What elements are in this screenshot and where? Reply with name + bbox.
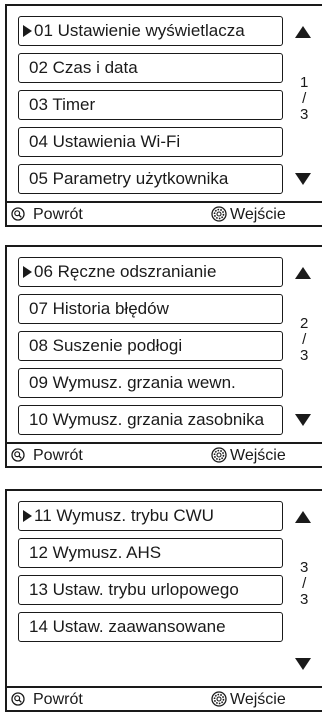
menu-item-label: 07 Historia błędów — [29, 299, 169, 318]
page-separator: / — [302, 90, 307, 107]
menu-screen-2: 06 Ręczne odszranianie 07 Historia błędó… — [5, 245, 322, 468]
arrow-up-icon[interactable] — [295, 26, 311, 38]
menu-item-label: 05 Parametry użytkownika — [29, 169, 229, 188]
menu-screen-1: 01 Ustawienie wyświetlacza 02 Czas i dat… — [5, 4, 322, 227]
menu-item-time-date[interactable]: 02 Czas i data — [18, 53, 283, 83]
page-indicator: 2 / 3 — [300, 316, 308, 364]
page-indicator: 1 / 3 — [300, 75, 308, 123]
menu-item-label: 10 Wymusz. grzania zasobnika — [29, 410, 265, 429]
arrow-up-icon[interactable] — [295, 511, 311, 523]
menu-item-error-history[interactable]: 07 Historia błędów — [18, 294, 283, 324]
menu-item-label: 09 Wymusz. grzania wewn. — [29, 373, 236, 392]
page-indicator: 3 / 3 — [300, 560, 308, 608]
menu-item-force-ahs[interactable]: 12 Wymusz. AHS — [18, 538, 283, 568]
triangle-right-icon — [23, 25, 32, 37]
arrow-down-icon[interactable] — [295, 173, 311, 185]
menu-item-advanced-settings[interactable]: 14 Ustaw. zaawansowane — [18, 612, 283, 642]
menu-item-timer[interactable]: 03 Timer — [18, 90, 283, 120]
page-total: 3 — [300, 347, 309, 364]
page-current: 2 — [300, 315, 309, 332]
gear-icon — [211, 206, 227, 222]
page-current: 3 — [300, 559, 309, 576]
menu-item-wifi-settings[interactable]: 04 Ustawienia Wi-Fi — [18, 127, 283, 157]
triangle-right-icon — [23, 510, 32, 522]
back-label: Powrót — [33, 206, 83, 223]
menu-item-display-settings[interactable]: 01 Ustawienie wyświetlacza — [18, 16, 283, 46]
page-current: 1 — [300, 74, 309, 91]
menu-item-label: 12 Wymusz. AHS — [29, 543, 162, 562]
menu-item-holiday-mode-settings[interactable]: 13 Ustaw. trybu urlopowego — [18, 575, 283, 605]
back-button[interactable]: Powrót — [11, 446, 83, 466]
enter-label: Wejście — [230, 447, 286, 464]
footer-bar: Powrót Wejście — [7, 686, 322, 712]
back-label: Powrót — [33, 691, 83, 708]
menu-item-label: 03 Timer — [29, 95, 96, 114]
page-total: 3 — [300, 591, 309, 608]
arrow-down-icon[interactable] — [295, 658, 311, 670]
enter-label: Wejście — [230, 691, 286, 708]
enter-button[interactable]: Wejście — [211, 205, 286, 225]
menu-item-manual-defrost[interactable]: 06 Ręczne odszranianie — [18, 257, 283, 287]
page-total: 3 — [300, 106, 309, 123]
enter-label: Wejście — [230, 206, 286, 223]
search-icon — [11, 692, 25, 706]
gear-icon — [211, 447, 227, 463]
back-label: Powrót — [33, 447, 83, 464]
footer-bar: Powrót Wejście — [7, 442, 322, 468]
menu-item-label: 13 Ustaw. trybu urlopowego — [29, 580, 239, 599]
footer-bar: Powrót Wejście — [7, 201, 322, 227]
gear-icon — [211, 691, 227, 707]
search-icon — [11, 448, 25, 462]
enter-button[interactable]: Wejście — [211, 690, 286, 710]
triangle-right-icon — [23, 266, 32, 278]
menu-item-label: 06 Ręczne odszranianie — [34, 262, 217, 281]
enter-button[interactable]: Wejście — [211, 446, 286, 466]
menu-item-floor-drying[interactable]: 08 Suszenie podłogi — [18, 331, 283, 361]
menu-item-label: 11 Wymusz. trybu CWU — [34, 506, 214, 525]
menu-item-label: 02 Czas i data — [29, 58, 138, 77]
page-separator: / — [302, 331, 307, 348]
menu-item-force-dhw-mode[interactable]: 11 Wymusz. trybu CWU — [18, 501, 283, 531]
menu-item-label: 14 Ustaw. zaawansowane — [29, 617, 226, 636]
arrow-up-icon[interactable] — [295, 267, 311, 279]
menu-item-label: 01 Ustawienie wyświetlacza — [34, 21, 245, 40]
menu-item-force-tank-heating[interactable]: 10 Wymusz. grzania zasobnika — [18, 405, 283, 435]
menu-item-label: 08 Suszenie podłogi — [29, 336, 183, 355]
back-button[interactable]: Powrót — [11, 690, 83, 710]
search-icon — [11, 207, 25, 221]
menu-item-user-parameters[interactable]: 05 Parametry użytkownika — [18, 164, 283, 194]
arrow-down-icon[interactable] — [295, 414, 311, 426]
menu-item-force-internal-heating[interactable]: 09 Wymusz. grzania wewn. — [18, 368, 283, 398]
menu-screen-3: 11 Wymusz. trybu CWU 12 Wymusz. AHS 13 U… — [5, 489, 322, 712]
page-separator: / — [302, 575, 307, 592]
menu-item-label: 04 Ustawienia Wi-Fi — [29, 132, 181, 151]
back-button[interactable]: Powrót — [11, 205, 83, 225]
